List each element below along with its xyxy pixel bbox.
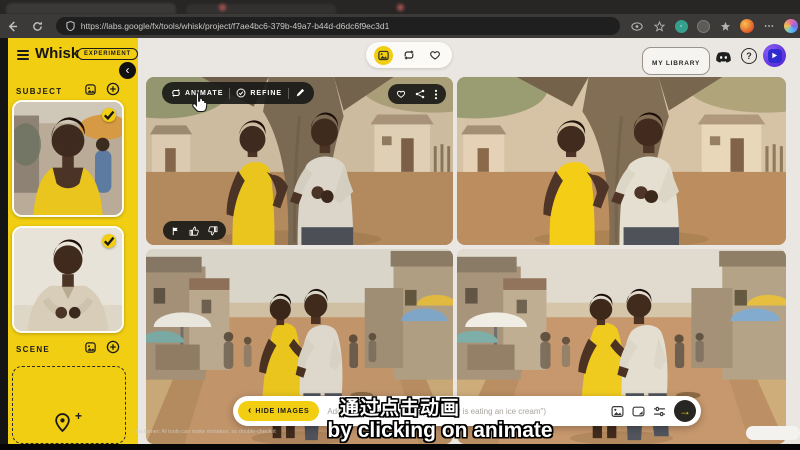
image-meta-toolbar (388, 84, 446, 104)
animate-loop-icon (171, 88, 181, 98)
image-mode-button[interactable] (374, 46, 393, 65)
app-title: Whisk (35, 45, 79, 62)
browser-tab[interactable] (186, 4, 336, 14)
kebab-menu-icon (434, 89, 438, 100)
browser-tab[interactable] (6, 3, 176, 14)
url-text[interactable]: https://labs.google/fx/tools/whisk/proje… (81, 21, 390, 31)
browser-profile-icon[interactable] (738, 17, 756, 35)
flag-icon (171, 226, 180, 236)
mode-toolbar (366, 42, 452, 68)
subject-thumbnail-man[interactable] (12, 226, 124, 333)
divider (288, 88, 289, 99)
favorite-star-icon[interactable] (650, 17, 668, 35)
more-options-button[interactable] (434, 89, 438, 100)
discord-icon (715, 51, 732, 64)
thumbs-up-button[interactable] (189, 226, 199, 236)
my-library-label: MY LIBRARY (652, 60, 700, 67)
image-action-toolbar: ANIMATE REFINE (162, 82, 314, 104)
report-button[interactable] (171, 226, 180, 236)
subject-section-label: SUBJECT (16, 87, 62, 96)
site-security-icon[interactable] (66, 21, 75, 31)
subject-add-icon[interactable] (106, 82, 120, 96)
mouse-cursor-icon (190, 90, 210, 119)
thumbs-down-button[interactable] (208, 226, 218, 236)
thumbs-up-icon (189, 226, 199, 236)
selected-check-icon[interactable] (102, 108, 116, 122)
subject-gallery-icon[interactable] (84, 83, 97, 96)
screen: https://labs.google/fx/tools/whisk/proje… (0, 0, 800, 450)
loop-icon (403, 49, 415, 61)
sidebar: Whisk EXPERIMENT SUBJECT SCENE (8, 38, 138, 444)
chevron-left-icon: ‹ (126, 64, 130, 76)
browser-menu-icon[interactable]: ⋯ (760, 17, 778, 35)
help-icon: ? (746, 51, 752, 61)
refine-button[interactable]: REFINE (236, 88, 282, 98)
reload-icon[interactable] (29, 17, 46, 35)
help-button[interactable]: ? (741, 48, 757, 64)
favorites-filter-button[interactable] (426, 46, 445, 65)
subtitle-line-1: 通过点击动画 (0, 393, 800, 420)
selected-check-icon[interactable] (102, 234, 116, 248)
refine-label: REFINE (250, 90, 282, 97)
thumbs-down-icon (208, 226, 218, 236)
copilot-icon[interactable] (782, 17, 800, 35)
heart-icon (396, 89, 406, 99)
heart-icon (429, 49, 441, 61)
extension-icon-dark[interactable] (694, 17, 712, 35)
window-bottom-edge (0, 444, 800, 450)
divider (229, 88, 230, 99)
image-mode-icon (378, 50, 389, 61)
subtitle-line-2: by clicking on animate (80, 419, 800, 443)
image-feedback-toolbar (163, 221, 226, 240)
edit-pencil-icon (295, 88, 305, 98)
sidebar-collapse-button[interactable]: ‹ (119, 62, 136, 79)
refine-check-icon (236, 88, 246, 98)
back-icon[interactable] (4, 17, 21, 35)
scene-add-icon[interactable] (106, 340, 120, 354)
generated-image-2[interactable] (457, 77, 786, 245)
favorite-button[interactable] (396, 89, 406, 99)
my-library-button[interactable]: MY LIBRARY (642, 47, 710, 75)
scene-section-label: SCENE (16, 345, 50, 354)
share-icon (415, 89, 425, 99)
animate-mode-button[interactable] (400, 46, 419, 65)
extension-icon-green[interactable]: ◦ (672, 17, 690, 35)
window-left-edge (0, 38, 8, 450)
profile-avatar[interactable] (763, 44, 786, 67)
reading-mode-icon[interactable] (628, 17, 646, 35)
url-bar[interactable]: https://labs.google/fx/tools/whisk/proje… (56, 17, 620, 35)
tab-favicon (397, 4, 404, 11)
tab-favicon (219, 4, 226, 11)
play-logo-icon (771, 52, 778, 59)
share-button[interactable] (415, 89, 425, 99)
collections-star-icon[interactable] (716, 17, 734, 35)
generated-photo (457, 77, 786, 245)
subject-thumbnail-woman[interactable] (12, 100, 124, 217)
scene-gallery-icon[interactable] (84, 341, 97, 354)
browser-tab-strip (0, 0, 800, 14)
discord-button[interactable] (714, 50, 732, 64)
experiment-badge: EXPERIMENT (77, 48, 138, 60)
browser-navbar: https://labs.google/fx/tools/whisk/proje… (0, 14, 800, 38)
edit-prompt-button[interactable] (295, 88, 305, 98)
hamburger-menu-icon[interactable] (16, 49, 30, 61)
